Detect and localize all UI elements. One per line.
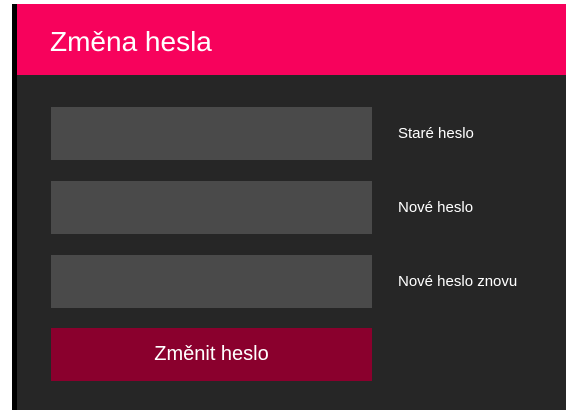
change-password-button[interactable]: Změnit heslo bbox=[51, 328, 372, 381]
new-password-label: Nové heslo bbox=[398, 199, 474, 216]
header-bar: Změna hesla bbox=[17, 4, 566, 75]
new-password-again-label: Nové heslo znovu bbox=[398, 273, 518, 290]
old-password-input[interactable] bbox=[51, 107, 372, 160]
new-password-input[interactable] bbox=[51, 181, 372, 234]
new-password-again-input[interactable] bbox=[51, 255, 372, 308]
page-title: Změna hesla bbox=[50, 26, 212, 57]
old-password-label: Staré heslo bbox=[398, 125, 474, 142]
password-change-panel: Změna hesla Staré heslo Nové heslo Nové … bbox=[12, 4, 566, 410]
